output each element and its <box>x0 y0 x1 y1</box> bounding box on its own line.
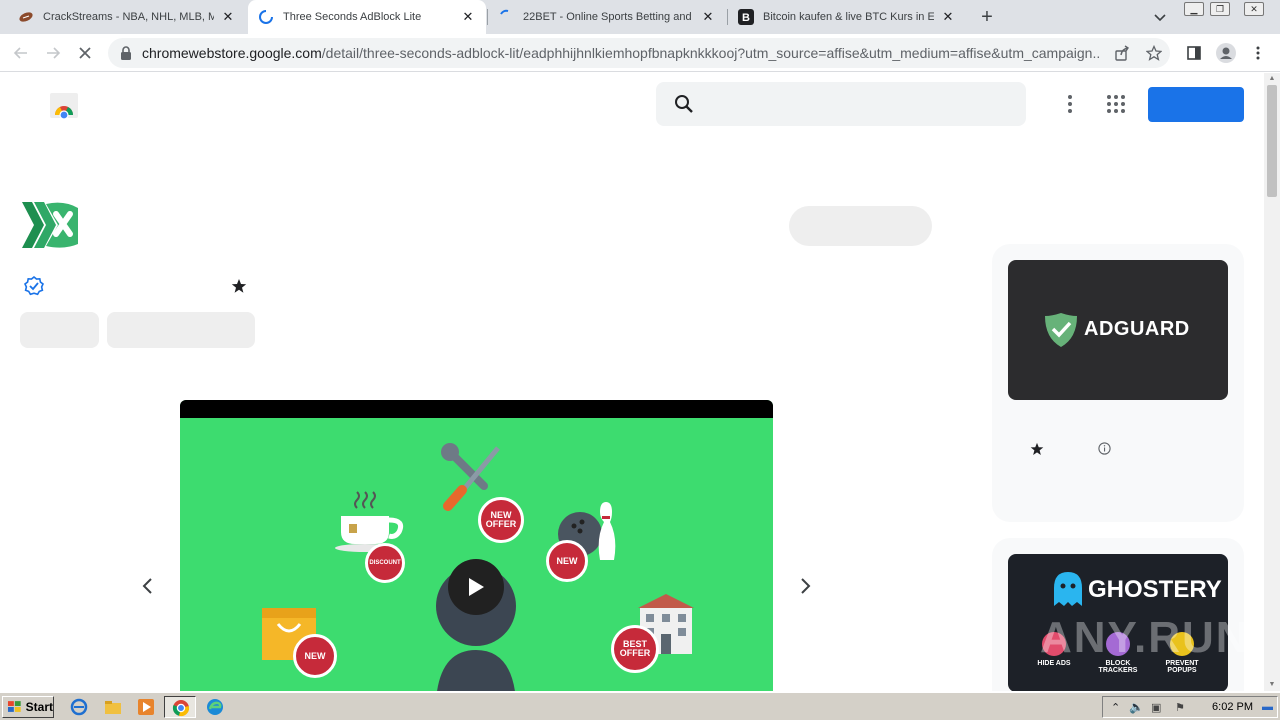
stop-loading-icon[interactable] <box>74 42 96 64</box>
best-offer-badge: BEST OFFER <box>611 625 659 673</box>
start-button[interactable]: Start <box>2 696 54 718</box>
category-chip-placeholder <box>20 312 99 348</box>
side-panel-icon[interactable] <box>1186 45 1202 61</box>
minimize-icon[interactable]: ▁ <box>1184 2 1204 16</box>
verified-badge-icon <box>24 275 44 296</box>
adguard-banner: ADGUARD <box>1008 260 1228 400</box>
extension-logo-icon <box>20 200 80 250</box>
scrollbar-thumb[interactable] <box>1267 85 1277 197</box>
carousel-next-chevron-icon[interactable] <box>795 576 815 596</box>
tab-22bet[interactable]: 22BET - Online Sports Betting and Be ✕ <box>488 0 726 34</box>
close-tab-icon[interactable]: ✕ <box>460 9 476 25</box>
windows-taskbar: Start ⌃ 🔈 ▣ ⚑ 6:02 PM ▬ <box>0 692 1280 720</box>
tab-separator <box>727 9 728 25</box>
info-icon[interactable] <box>1098 442 1111 455</box>
rating-star-icon <box>231 278 247 294</box>
media-player-icon[interactable] <box>137 698 155 716</box>
system-tray: ⌃ 🔈 ▣ ⚑ 6:02 PM ▬ <box>1102 696 1278 718</box>
adguard-brand-text: ADGUARD <box>1084 318 1190 340</box>
badge-line: OFFER <box>619 648 651 658</box>
start-label: Start <box>25 700 53 714</box>
tab-separator <box>487 9 488 25</box>
more-options-icon[interactable] <box>1060 93 1080 115</box>
tab-crackstreams[interactable]: CrackStreams - NBA, NHL, MLB, MMA ✕ <box>8 0 246 34</box>
tab-search-chevron-icon[interactable] <box>1152 9 1168 25</box>
forward-arrow-icon[interactable] <box>42 42 64 64</box>
promo-video[interactable]: DISCOUNT NEW OFFER NEW NEW BEST OFFER <box>180 400 773 691</box>
internet-explorer-icon[interactable] <box>70 698 88 716</box>
close-window-icon[interactable]: ✕ <box>1244 2 1264 16</box>
tab-strip: CrackStreams - NBA, NHL, MLB, MMA ✕ Thre… <box>0 0 1280 34</box>
lock-icon <box>121 46 131 60</box>
badge-line: OFFER <box>485 519 517 529</box>
volume-icon[interactable]: 🔈 <box>1129 700 1144 714</box>
tab-title: 22BET - Online Sports Betting and Be <box>523 11 694 23</box>
url-text: chromewebstore.google.com/detail/three-s… <box>142 45 1100 61</box>
tray-expand-icon[interactable]: ⌃ <box>1111 701 1120 714</box>
tea-cup-icon <box>335 491 404 552</box>
url-host: chromewebstore.google.com <box>142 45 322 61</box>
play-icon <box>469 578 484 596</box>
store-search-input[interactable] <box>656 82 1026 126</box>
network-icon[interactable]: ▣ <box>1151 701 1161 714</box>
windows-logo-icon <box>7 701 21 712</box>
sign-in-button[interactable] <box>1148 87 1244 122</box>
new-badge: NEW <box>546 540 588 582</box>
new-offer-badge: NEW OFFER <box>478 497 524 543</box>
adguard-shield-icon <box>1045 313 1077 347</box>
back-arrow-icon[interactable] <box>10 42 32 64</box>
ghostery-brand-text: GHOSTERY <box>1088 576 1222 603</box>
svg-text:B: B <box>742 12 750 24</box>
restore-icon[interactable]: ❐ <box>1210 2 1230 16</box>
football-icon <box>18 9 34 25</box>
related-extension-card-adguard[interactable]: ADGUARD <box>992 244 1244 522</box>
chrome-icon <box>172 700 190 717</box>
edge-icon[interactable] <box>206 698 224 716</box>
browser-toolbar: chromewebstore.google.com/detail/three-s… <box>0 34 1280 72</box>
chrome-taskbar-button[interactable] <box>164 696 196 718</box>
url-path: /detail/three-seconds-adblock-lit/eadphh… <box>321 45 1100 61</box>
bitcoin-b-icon: B <box>738 9 754 25</box>
tab-title: CrackStreams - NBA, NHL, MLB, MMA <box>43 11 214 23</box>
profile-avatar-icon[interactable] <box>1216 43 1236 63</box>
loading-spinner-icon <box>498 9 514 25</box>
users-chip-placeholder <box>107 312 255 348</box>
google-apps-grid-icon[interactable] <box>1106 94 1126 114</box>
new-tab-plus-icon[interactable]: + <box>976 6 998 28</box>
chrome-menu-icon[interactable] <box>1250 45 1266 61</box>
video-top-bar <box>180 400 773 418</box>
loading-spinner-icon <box>258 9 274 25</box>
add-to-chrome-button-placeholder[interactable] <box>789 206 932 246</box>
anyrun-watermark: ANY.RUN <box>1040 613 1250 662</box>
close-tab-icon[interactable]: ✕ <box>940 9 956 25</box>
close-tab-icon[interactable]: ✕ <box>220 9 236 25</box>
action-center-flag-icon[interactable]: ⚑ <box>1175 701 1185 714</box>
scroll-up-arrow-icon[interactable]: ▲ <box>1267 75 1277 83</box>
play-button[interactable] <box>448 559 504 615</box>
rating-star-icon <box>1030 442 1044 456</box>
tab-title: Bitcoin kaufen & live BTC Kurs in Euro <box>763 11 934 23</box>
taskbar-clock[interactable]: 6:02 PM <box>1212 701 1253 713</box>
ghost-icon <box>1054 572 1082 606</box>
carousel-prev-chevron-icon[interactable] <box>138 576 158 596</box>
discount-badge: DISCOUNT <box>365 543 405 583</box>
file-explorer-icon[interactable] <box>104 698 122 716</box>
close-tab-icon[interactable]: ✕ <box>700 9 716 25</box>
web-store-page: DISCOUNT NEW OFFER NEW NEW BEST OFFER AD… <box>0 73 1264 691</box>
tab-title: Three Seconds AdBlock Lite <box>283 11 422 23</box>
bookmark-star-icon[interactable] <box>1145 44 1163 61</box>
scroll-down-arrow-icon[interactable]: ▼ <box>1267 681 1277 689</box>
web-store-logo-icon[interactable] <box>49 91 79 120</box>
show-desktop-icon[interactable]: ▬ <box>1262 701 1273 713</box>
tab-three-seconds-adblock[interactable]: Three Seconds AdBlock Lite ✕ <box>248 0 486 34</box>
search-icon <box>675 95 693 113</box>
new-collection-badge: NEW <box>293 634 337 678</box>
page-scrollbar[interactable]: ▲ ▼ <box>1264 73 1280 691</box>
address-bar[interactable]: chromewebstore.google.com/detail/three-s… <box>108 38 1170 68</box>
share-icon[interactable] <box>1114 45 1130 61</box>
tab-bitcoin[interactable]: B Bitcoin kaufen & live BTC Kurs in Euro… <box>728 0 966 34</box>
